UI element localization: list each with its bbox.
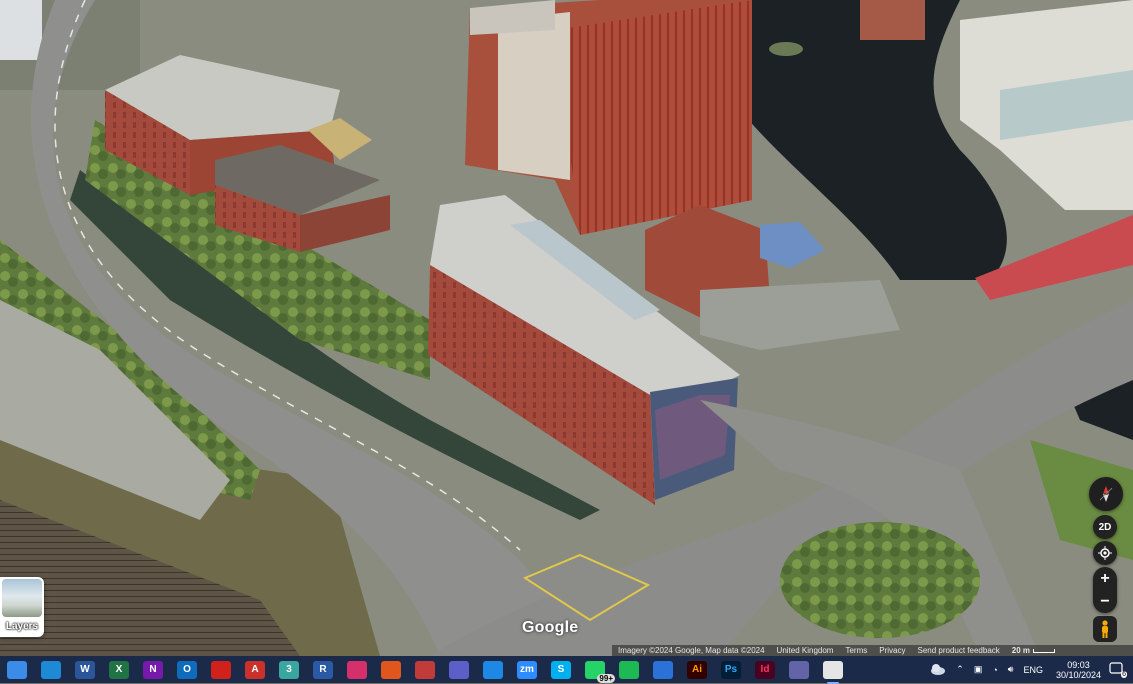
taskbar-app-glyph: X <box>115 664 123 675</box>
weather-icon[interactable] <box>930 663 946 677</box>
clock-time: 09:03 <box>1067 659 1090 670</box>
taskbar-app-glyph: Ai <box>692 664 702 675</box>
taskbar-app-start-icon[interactable] <box>7 660 27 679</box>
layers-thumbnail <box>2 579 42 617</box>
location-icon <box>1098 546 1112 560</box>
taskbar-app-onenote-icon[interactable]: N <box>143 660 163 679</box>
taskbar-app-app-r-icon[interactable]: R <box>313 660 333 679</box>
taskbar-app-instagram-icon[interactable] <box>347 660 367 679</box>
feedback-link[interactable]: Send product feedback <box>911 646 1005 655</box>
show-hidden-icons[interactable]: ⌃ <box>956 664 964 675</box>
taskbar-app-spotify-icon[interactable] <box>619 660 639 679</box>
privacy-link[interactable]: Privacy <box>873 646 911 655</box>
taskbar-app-app-3-icon[interactable]: 3 <box>279 660 299 679</box>
taskbar-app-glyph: Id <box>760 664 770 675</box>
taskbar-app-acrobat-icon[interactable] <box>211 660 231 679</box>
wifi-icon[interactable]: ◔ <box>992 665 997 675</box>
taskbar-app-indesign-icon[interactable]: Id <box>755 660 775 679</box>
taskbar-app-access-icon[interactable]: A <box>245 660 265 679</box>
windows-taskbar: W X N O A 3 Rzm S 99+ Ai Ps Id ⌃ ▣ ◔ 🔊︎ ENG 09:03 3… <box>0 656 1133 684</box>
taskbar-app-outlook-icon[interactable]: O <box>177 660 197 679</box>
notification-center-button[interactable]: 6 <box>1109 661 1127 678</box>
scale-label: 20 m <box>1011 646 1030 655</box>
taskbar-app-zoom-icon[interactable]: zm <box>517 660 537 679</box>
taskbar-app-skype-icon[interactable]: S <box>551 660 571 679</box>
my-location-button[interactable] <box>1093 541 1117 565</box>
taskbar-app-whatsapp-icon[interactable]: 99+ <box>585 660 615 683</box>
satellite-imagery[interactable] <box>0 0 1133 656</box>
taskbar-app-glyph: A <box>251 664 259 675</box>
zoom-in-button[interactable]: + <box>1093 567 1117 590</box>
volume-icon[interactable]: 🔊︎ <box>1008 664 1014 675</box>
pegman-icon <box>1102 620 1108 638</box>
google-logo: Google <box>522 619 579 636</box>
taskbar-apps: W X N O A 3 Rzm S 99+ Ai Ps Id <box>0 656 850 684</box>
layers-label: Layers <box>5 621 39 632</box>
taskbar-app-glyph: N <box>149 664 157 675</box>
scale-line <box>1033 648 1055 653</box>
clock-date: 30/10/2024 <box>1055 669 1101 680</box>
street-view-pegman[interactable] <box>1093 616 1117 642</box>
notification-count: 6 <box>1121 670 1127 678</box>
compass-icon <box>1099 486 1113 502</box>
imagery-attribution: Imagery ©2024 Google, Map data ©2024 <box>618 646 765 655</box>
terms-link[interactable]: Terms <box>839 646 873 655</box>
taskbar-app-glyph: S <box>557 664 565 675</box>
region-link[interactable]: United Kingdom <box>771 646 840 655</box>
taskbar-app-glyph: W <box>80 664 90 675</box>
taskbar-app-illustrator-icon[interactable]: Ai <box>687 660 707 679</box>
zoom-controls: + − <box>1093 567 1117 613</box>
taskbar-app-photoshop-icon[interactable]: Ps <box>721 660 741 679</box>
language-indicator[interactable]: ENG <box>1023 665 1043 675</box>
taskbar-app-word-icon[interactable]: W <box>75 660 95 679</box>
map-footer: Imagery ©2024 Google, Map data ©2024 Uni… <box>612 645 1133 656</box>
taskbar-app-app-cube-icon[interactable] <box>415 660 435 679</box>
taskbar-app-glyph: R <box>319 664 327 675</box>
taskbar-app-teams-icon[interactable] <box>449 660 469 679</box>
compass-button[interactable] <box>1089 477 1123 511</box>
layers-button[interactable]: Layers <box>0 577 44 637</box>
taskbar-badge: 99+ <box>597 673 615 683</box>
taskbar-app-glyph: 3 <box>286 664 292 675</box>
taskbar-app-mail-icon[interactable] <box>41 660 61 679</box>
view-mode-toggle[interactable]: 2D <box>1093 515 1117 539</box>
taskbar-app-teams-2-icon[interactable] <box>789 660 809 679</box>
taskbar-app-glyph: O <box>183 664 191 675</box>
taskbar-app-app-orange-icon[interactable] <box>381 660 401 679</box>
network-icon[interactable]: ▣ <box>974 664 983 675</box>
scale-bar[interactable]: 20 m <box>1006 646 1061 655</box>
taskbar-app-glyph: zm <box>520 664 534 675</box>
taskbar-app-chrome-icon[interactable] <box>823 660 843 684</box>
taskbar-app-glyph: Ps <box>724 664 738 675</box>
zoom-out-button[interactable]: − <box>1093 590 1117 613</box>
taskbar-app-app-chat-icon[interactable] <box>483 660 503 679</box>
taskbar-app-excel-icon[interactable]: X <box>109 660 129 679</box>
map-view[interactable]: Layers Google 2D + − Imagery ©2024 Googl… <box>0 0 1133 656</box>
taskbar-app-app-v-icon[interactable] <box>653 660 673 679</box>
clock[interactable]: 09:03 30/10/2024 <box>1056 660 1101 680</box>
system-tray: ⌃ ▣ ◔ 🔊︎ ENG 09:03 30/10/2024 6 <box>925 656 1133 683</box>
